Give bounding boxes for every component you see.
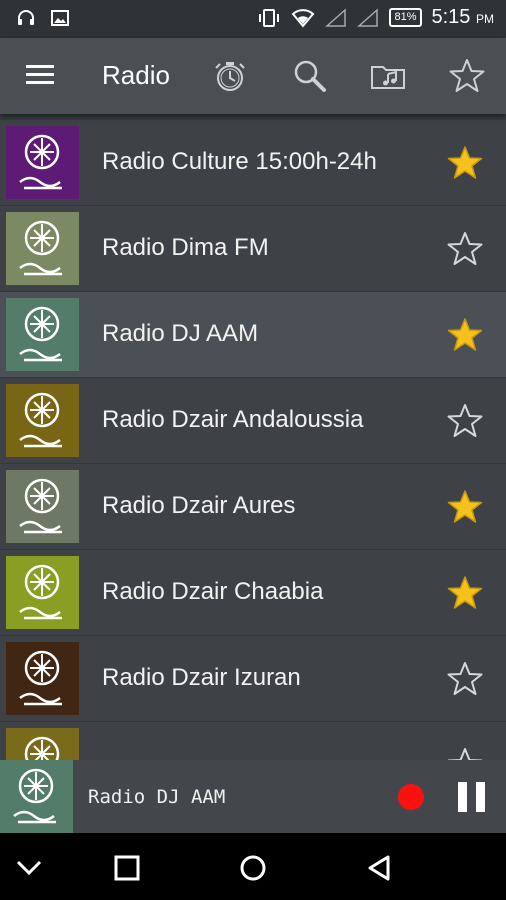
vibrate-icon bbox=[259, 8, 280, 27]
headset-icon bbox=[18, 10, 34, 25]
signal-icon bbox=[325, 7, 347, 27]
favorite-star-outline-icon[interactable] bbox=[446, 747, 484, 760]
station-name: Radio DJ AAM bbox=[102, 320, 259, 347]
station-thumbnail bbox=[6, 384, 79, 457]
list-item[interactable]: Radio DJ AAM bbox=[0, 292, 506, 378]
recents-square-icon[interactable] bbox=[112, 853, 142, 883]
station-thumbnail bbox=[6, 298, 79, 371]
wifi-icon bbox=[292, 8, 315, 28]
list-item[interactable]: Radio Dzair Andaloussia bbox=[0, 378, 506, 464]
station-thumbnail bbox=[6, 642, 79, 715]
station-name: Radio Dzair Aures bbox=[102, 492, 296, 519]
station-thumbnail bbox=[6, 126, 79, 199]
list-item[interactable]: Radio Dzair Izuran bbox=[0, 636, 506, 722]
favorite-star-filled-icon[interactable] bbox=[446, 489, 484, 525]
record-button[interactable] bbox=[398, 784, 424, 810]
favorite-star-outline-icon[interactable] bbox=[446, 661, 484, 697]
list-item[interactable]: Radio Culture 15:00h-24h bbox=[0, 120, 506, 206]
search-icon[interactable] bbox=[292, 58, 328, 94]
now-playing-bar[interactable]: Radio DJ AAM bbox=[0, 760, 506, 833]
page-title: Radio bbox=[102, 60, 170, 90]
list-item[interactable]: Radio Dzair Aures bbox=[0, 464, 506, 550]
home-circle-icon[interactable] bbox=[238, 853, 268, 883]
favorite-star-outline-icon[interactable] bbox=[446, 403, 484, 439]
list-item[interactable]: Radio Dzair Chaabia bbox=[0, 550, 506, 636]
station-name: Radio Dzair Izuran bbox=[102, 664, 301, 691]
signal-icon bbox=[357, 7, 379, 27]
favorite-star-filled-icon[interactable] bbox=[446, 575, 484, 611]
station-thumbnail bbox=[6, 212, 79, 285]
navigation-bar bbox=[0, 833, 506, 900]
image-icon bbox=[51, 10, 69, 26]
station-thumbnail bbox=[6, 556, 79, 629]
station-name: Radio Dima FM bbox=[102, 234, 269, 261]
status-time: 5:15 PM bbox=[431, 6, 495, 28]
station-name: Radio Dzair Chaabia bbox=[102, 578, 324, 605]
station-name: Radio Dzair Andaloussia bbox=[102, 406, 364, 433]
now-playing-thumbnail bbox=[0, 760, 73, 833]
list-item[interactable] bbox=[0, 722, 506, 760]
station-thumbnail bbox=[6, 728, 79, 760]
list-item[interactable]: Radio Dima FM bbox=[0, 206, 506, 292]
back-triangle-icon[interactable] bbox=[364, 853, 394, 883]
back-chevron-icon[interactable] bbox=[14, 853, 44, 883]
station-name: Radio Culture 15:00h-24h bbox=[102, 148, 377, 175]
station-thumbnail bbox=[6, 470, 79, 543]
favorite-star-filled-icon[interactable] bbox=[446, 145, 484, 181]
menu-icon[interactable] bbox=[26, 64, 54, 86]
pause-button[interactable] bbox=[458, 782, 486, 812]
now-playing-title: Radio DJ AAM bbox=[88, 786, 226, 808]
alarm-clock-icon[interactable] bbox=[212, 58, 248, 94]
app-bar: Radio bbox=[0, 38, 506, 114]
favorite-star-outline-icon[interactable] bbox=[446, 231, 484, 267]
favorite-star-filled-icon[interactable] bbox=[446, 317, 484, 353]
music-folder-icon[interactable] bbox=[370, 58, 406, 94]
station-list[interactable]: Radio Culture 15:00h-24h Radio Dima FM Rad… bbox=[0, 114, 506, 760]
status-bar: 81% 5:15 PM bbox=[0, 0, 506, 38]
screen: 81% 5:15 PM Radio Radio Culture 15:00h-2… bbox=[0, 0, 506, 900]
star-outline-icon[interactable] bbox=[448, 58, 486, 94]
battery-icon: 81% bbox=[389, 8, 422, 27]
